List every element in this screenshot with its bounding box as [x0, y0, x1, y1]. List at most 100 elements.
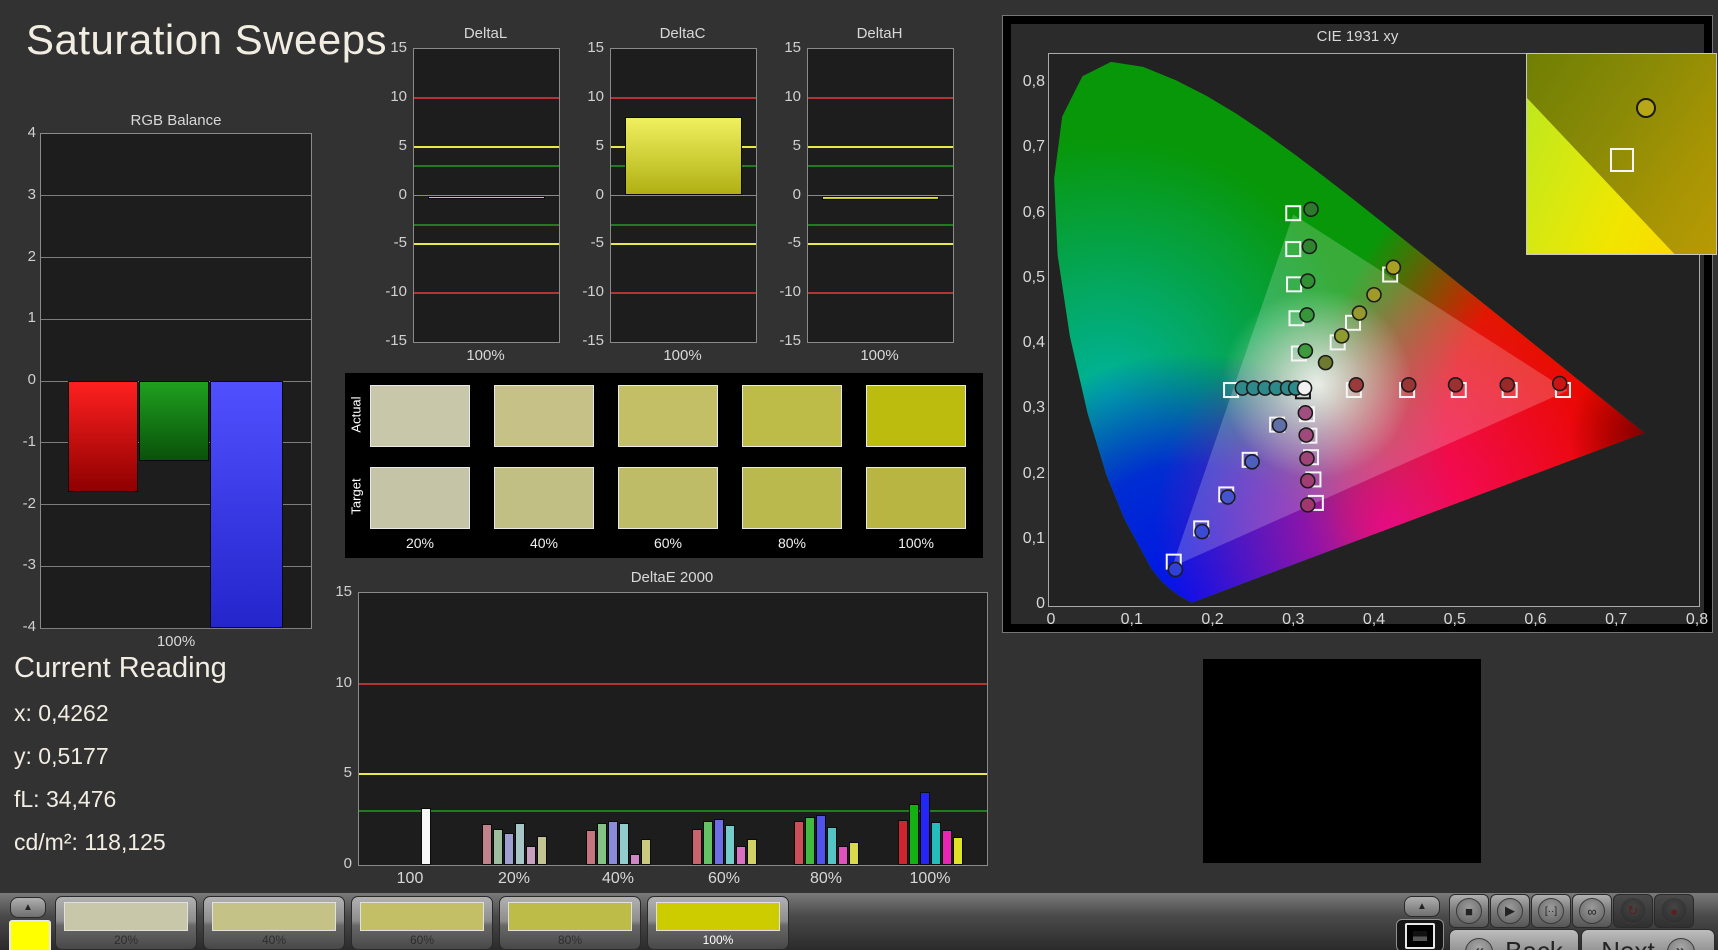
- deltae-bar: [597, 823, 607, 865]
- delta-xlabel: 100%: [466, 347, 505, 364]
- pattern-swatch-label: 40%: [261, 933, 287, 947]
- up-arrow-icon: ▲: [1417, 901, 1427, 912]
- deltae-bar: [493, 828, 503, 865]
- pattern-swatch-button-40%[interactable]: 40%: [203, 896, 345, 950]
- cie-ytick: 0,4: [1022, 334, 1045, 351]
- delta-bar-DeltaC: [625, 117, 742, 196]
- deltae-bar: [619, 823, 629, 865]
- delta-refline: [808, 145, 953, 148]
- pattern-window-button[interactable]: [1396, 919, 1444, 950]
- delta-ytick: -10: [779, 283, 801, 301]
- cie-xtick: 0,6: [1524, 611, 1547, 628]
- deltae-bar: [942, 829, 952, 865]
- pattern-swatch-button-60%[interactable]: 60%: [351, 896, 493, 950]
- refresh-button[interactable]: ↻: [1613, 894, 1653, 928]
- cie-xtick: 0,4: [1362, 611, 1386, 628]
- deltae-bar: [515, 823, 525, 865]
- collapse-patch-panel-button[interactable]: ▲: [10, 897, 46, 918]
- deltae-group-label: 80%: [809, 870, 843, 887]
- record-button[interactable]: ●: [1654, 894, 1694, 928]
- deltae-bar: [849, 842, 859, 865]
- deltae-title: DeltaE 2000: [630, 569, 714, 586]
- swatch-col-label: 100%: [898, 535, 934, 551]
- back-button-label: Back: [1505, 936, 1563, 950]
- deltae-bar: [504, 833, 514, 865]
- cie-xtick: 0,8: [1685, 611, 1709, 628]
- deltae-chart: [358, 592, 988, 866]
- cie-xtick: 0,2: [1201, 611, 1224, 628]
- rgb-gridline: [41, 195, 311, 197]
- rgb-bar-blue: [210, 381, 283, 628]
- delta-ytick: -5: [393, 234, 407, 252]
- refresh-icon: ↻: [1620, 898, 1646, 924]
- cie-ytick: 0,5: [1022, 268, 1045, 286]
- deltae-bar: [736, 845, 746, 865]
- delta-ytick: 15: [587, 39, 604, 56]
- cie-ytick: 0,1: [1022, 529, 1045, 547]
- delta-ytick: -10: [385, 283, 407, 301]
- target-swatch-40%: [494, 467, 594, 529]
- reading-x: x: 0,4262: [14, 700, 109, 726]
- play-button[interactable]: ▶: [1490, 894, 1530, 928]
- deltae-bar: [641, 838, 651, 865]
- collapse-transport-panel-button[interactable]: ▲: [1404, 896, 1440, 917]
- delta-chart-DeltaC: [610, 48, 757, 343]
- rgb-ytick: -4: [22, 618, 36, 635]
- cie-measured-point: [1220, 489, 1236, 505]
- delta-refline: [611, 243, 756, 246]
- cie-ytick: 0,8: [1022, 73, 1045, 90]
- continuous-button[interactable]: ∞: [1572, 894, 1612, 928]
- cie-measured-point: [1385, 259, 1402, 276]
- cie-xtick: 0,1: [1120, 611, 1143, 628]
- delta-ytick: -15: [385, 332, 407, 349]
- rgb-ytick: 2: [27, 247, 36, 265]
- pattern-swatch-label: 100%: [702, 933, 734, 947]
- delta-ytick: 10: [390, 87, 407, 105]
- cie-ytick: 0: [1036, 595, 1045, 612]
- rgb-gridline: [41, 257, 311, 258]
- deltae-bar: [692, 828, 702, 865]
- delta-chart-DeltaL: [413, 48, 560, 343]
- cie-measured-point: [1303, 201, 1319, 218]
- next-button-label: Next: [1601, 936, 1654, 950]
- cie-measured-point: [1301, 238, 1318, 255]
- deltae-bar: [909, 804, 919, 865]
- delta-ytick: -15: [582, 332, 604, 349]
- delta-refline: [414, 243, 559, 246]
- deltae-bar: [816, 815, 826, 865]
- cie-inset-zoom: [1526, 53, 1717, 255]
- swatch-col-label: 80%: [777, 535, 807, 551]
- delta-chart-DeltaH: [807, 48, 954, 343]
- rgb-ytick: -1: [22, 432, 36, 450]
- pattern-preview-window: [1203, 659, 1481, 863]
- pattern-swatch-button-80%[interactable]: 80%: [499, 896, 641, 950]
- interval-button[interactable]: [··]: [1531, 894, 1571, 928]
- back-button[interactable]: « Back: [1449, 929, 1579, 950]
- cie-title: CIE 1931 xy: [1316, 28, 1399, 45]
- continuous-icon: ∞: [1579, 898, 1605, 924]
- record-icon: ●: [1661, 898, 1687, 924]
- cie-measured-point: [1296, 380, 1313, 396]
- next-button[interactable]: Next »: [1581, 929, 1715, 950]
- delta-ytick: 0: [595, 185, 604, 203]
- swatch-matrix: Actual Target 20% 40% 60% 80% 100%: [345, 373, 983, 558]
- actual-swatch-60%: [618, 385, 718, 447]
- cie-measured-point: [1299, 450, 1315, 467]
- delta-refline: [611, 223, 756, 226]
- deltae-ytick: 15: [335, 583, 352, 600]
- actual-swatch-80%: [742, 385, 842, 447]
- delta-ytick: -10: [582, 283, 604, 301]
- rgb-balance-title: RGB Balance: [130, 112, 222, 129]
- cie-measured-point: [1299, 497, 1316, 513]
- cie-inset-measured-point: [1636, 98, 1657, 118]
- delta-ytick: 5: [398, 136, 407, 154]
- page-title: Saturation Sweeps: [26, 16, 388, 63]
- cie-xtick: 0,3: [1282, 611, 1305, 628]
- pattern-swatch-button-100%[interactable]: 100%: [647, 896, 789, 950]
- cie-ytick: 0,7: [1022, 138, 1045, 156]
- stop-button[interactable]: ■: [1449, 894, 1489, 928]
- deltae-bar: [953, 836, 963, 865]
- swatch-row-label-actual: Actual: [348, 396, 364, 433]
- pattern-swatch-button-20%[interactable]: 20%: [55, 896, 197, 950]
- swatch-col-label: 40%: [529, 535, 559, 551]
